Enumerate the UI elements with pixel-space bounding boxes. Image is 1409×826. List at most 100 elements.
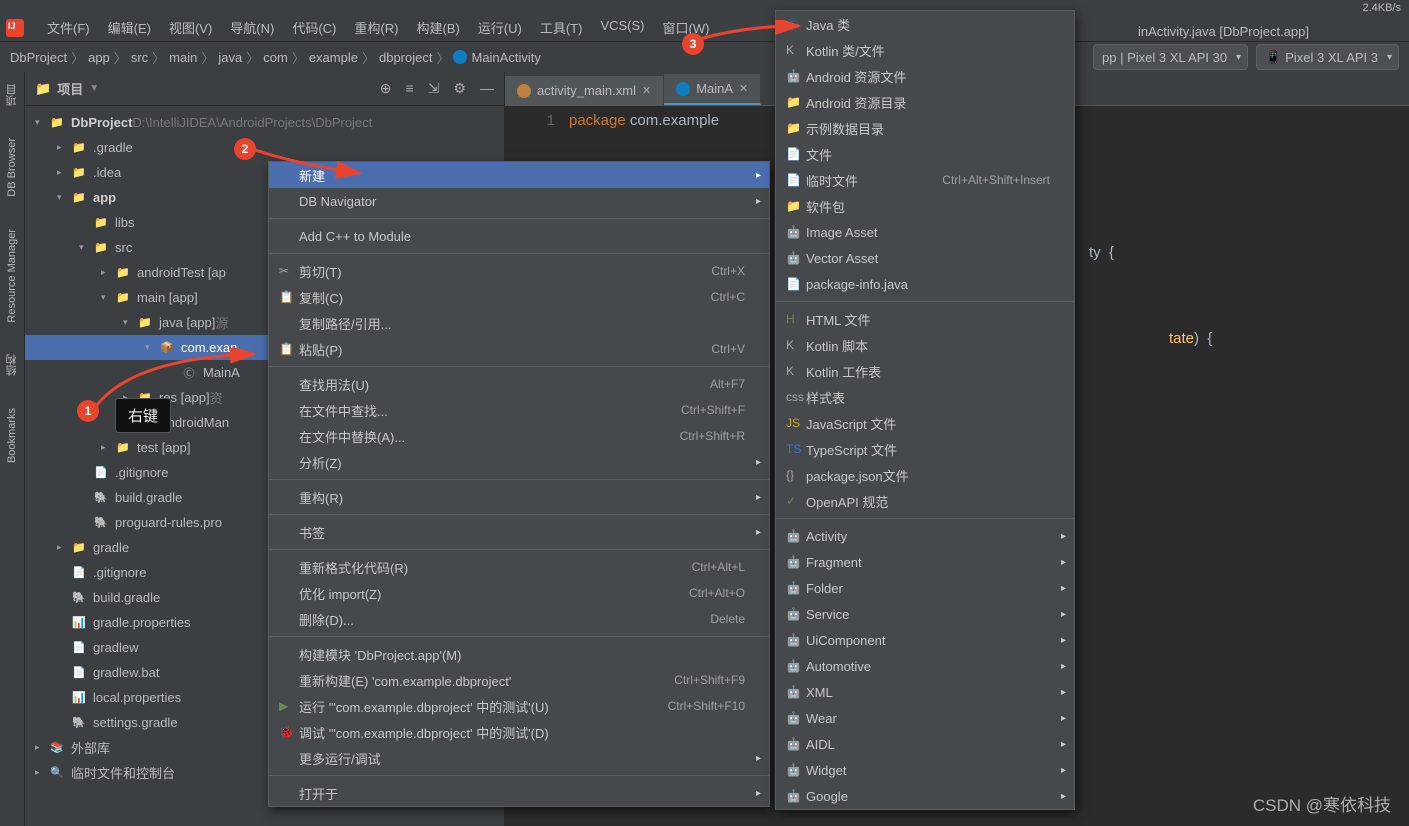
device-select-1[interactable]: pp | Pixel 3 XL API 30	[1093, 44, 1248, 70]
menu-item[interactable]: 📁Android 资源目录	[776, 89, 1074, 115]
menu-item[interactable]: 查找用法(U)Alt+F7	[269, 371, 769, 397]
menu-item[interactable]: 优化 import(Z)Ctrl+Alt+O	[269, 580, 769, 606]
tree-arrow-icon[interactable]: ▸	[57, 542, 71, 553]
tree-arrow-icon[interactable]: ▾	[79, 242, 93, 253]
menu-item[interactable]: VCS(S)	[591, 18, 653, 37]
menu-item[interactable]: 🤖Automotive	[776, 653, 1074, 679]
menu-item[interactable]: KKotlin 脚本	[776, 332, 1074, 358]
menu-item[interactable]: 在文件中替换(A)...Ctrl+Shift+R	[269, 423, 769, 449]
new-submenu[interactable]: ⒸJava 类KKotlin 类/文件🤖Android 资源文件📁Android…	[775, 10, 1075, 810]
close-icon[interactable]: ✕	[739, 82, 748, 95]
left-tab[interactable]: DB Browser	[4, 132, 20, 203]
gear-icon[interactable]: ⚙	[453, 80, 466, 97]
menu-item[interactable]: 工具(T)	[531, 18, 592, 37]
menu-item[interactable]: 运行(U)	[469, 18, 531, 37]
menu-item[interactable]: DB Navigator	[269, 188, 769, 214]
tree-arrow-icon[interactable]: ▸	[101, 267, 115, 278]
menu-item[interactable]: 打开于	[269, 780, 769, 806]
menu-item[interactable]: 📄package-info.java	[776, 271, 1074, 297]
breadcrumb-item[interactable]: app	[88, 50, 110, 65]
menu-item[interactable]: ▶运行 '"com.example.dbproject' 中的测试'(U)Ctr…	[269, 693, 769, 719]
menu-item[interactable]: 更多运行/调试	[269, 745, 769, 771]
breadcrumb-item[interactable]: com	[263, 50, 288, 65]
menu-item[interactable]: KKotlin 类/文件	[776, 37, 1074, 63]
hide-icon[interactable]: —	[480, 80, 494, 97]
menu-item[interactable]: 在文件中查找...Ctrl+Shift+F	[269, 397, 769, 423]
dropdown-icon[interactable]: ▼	[89, 83, 99, 94]
menu-item[interactable]: 重构(R)	[345, 18, 407, 37]
menu-item[interactable]: 视图(V)	[160, 18, 221, 37]
menu-item[interactable]: 构建(B)	[407, 18, 468, 37]
expand-icon[interactable]: ⇲	[428, 80, 440, 97]
menu-item[interactable]: 🤖AIDL	[776, 731, 1074, 757]
menu-item[interactable]: ✓OpenAPI 规范	[776, 488, 1074, 514]
breadcrumb-item[interactable]: src	[131, 50, 148, 65]
left-tab[interactable]: 结构	[2, 348, 22, 382]
menu-item[interactable]: 📋复制(C)Ctrl+C	[269, 284, 769, 310]
menu-item[interactable]: 删除(D)...Delete	[269, 606, 769, 632]
menu-item[interactable]: 文件(F)	[38, 18, 99, 37]
left-tab[interactable]: 项目	[2, 78, 22, 112]
menu-item[interactable]: 复制路径/引用...	[269, 310, 769, 336]
tree-arrow-icon[interactable]: ▾	[123, 317, 137, 328]
breadcrumb-item[interactable]: DbProject	[10, 50, 67, 65]
menu-item[interactable]: 分析(Z)	[269, 449, 769, 475]
context-menu[interactable]: 新建DB Navigator Add C++ to Module ✂剪切(T)Ctr…	[268, 161, 770, 807]
editor-tab[interactable]: MainA✕	[664, 74, 761, 105]
tree-arrow-icon[interactable]: ▾	[57, 192, 71, 203]
menu-item[interactable]: TSTypeScript 文件	[776, 436, 1074, 462]
menu-item[interactable]: ✂剪切(T)Ctrl+X	[269, 258, 769, 284]
menu-item[interactable]: 🐞调试 '"com.example.dbproject' 中的测试'(D)	[269, 719, 769, 745]
menu-item[interactable]: 新建	[269, 162, 769, 188]
tree-arrow-icon[interactable]: ▸	[35, 767, 49, 778]
menu-item[interactable]: 🤖Image Asset	[776, 219, 1074, 245]
menu-item[interactable]: 🤖UiComponent	[776, 627, 1074, 653]
menu-item[interactable]: 🤖Service	[776, 601, 1074, 627]
menu-item[interactable]: 🤖Widget	[776, 757, 1074, 783]
menu-item[interactable]: 📄临时文件Ctrl+Alt+Shift+Insert	[776, 167, 1074, 193]
left-tab[interactable]: Resource Manager	[4, 223, 20, 329]
breadcrumb-item[interactable]: MainActivity	[471, 50, 540, 65]
menu-item[interactable]: 🤖Fragment	[776, 549, 1074, 575]
menu-item[interactable]: Add C++ to Module	[269, 223, 769, 249]
menu-item[interactable]: css样式表	[776, 384, 1074, 410]
menu-item[interactable]: 🤖Folder	[776, 575, 1074, 601]
menu-item[interactable]: 构建模块 'DbProject.app'(M)	[269, 641, 769, 667]
left-tab[interactable]: Bookmarks	[4, 402, 20, 469]
menu-item[interactable]: 🤖Wear	[776, 705, 1074, 731]
menu-item[interactable]: 📁示例数据目录	[776, 115, 1074, 141]
editor-tab[interactable]: activity_main.xml✕	[505, 76, 664, 105]
breadcrumb[interactable]: DbProject〉app〉src〉main〉java〉com〉example〉…	[10, 48, 541, 67]
menu-item[interactable]: 书签	[269, 519, 769, 545]
menu-item[interactable]: ⒸJava 类	[776, 11, 1074, 37]
menu-item[interactable]: 🤖Google	[776, 783, 1074, 809]
menu-item[interactable]: 📋粘贴(P)Ctrl+V	[269, 336, 769, 362]
target-icon[interactable]: ⊕	[380, 80, 392, 97]
tree-row[interactable]: ▸📁.gradle	[25, 135, 504, 160]
menu-item[interactable]: 重新格式化代码(R)Ctrl+Alt+L	[269, 554, 769, 580]
menu-item[interactable]: 🤖XML	[776, 679, 1074, 705]
menu-item[interactable]: 🤖Activity	[776, 523, 1074, 549]
menu-item[interactable]: JSJavaScript 文件	[776, 410, 1074, 436]
menu-item[interactable]: {}package.json文件	[776, 462, 1074, 488]
menu-item[interactable]: 📄文件	[776, 141, 1074, 167]
tree-arrow-icon[interactable]: ▸	[57, 142, 71, 153]
breadcrumb-item[interactable]: example	[309, 50, 358, 65]
device-select-2[interactable]: 📱Pixel 3 XL API 3	[1256, 44, 1399, 70]
menu-item[interactable]: 代码(C)	[283, 18, 345, 37]
menu-item[interactable]: HHTML 文件	[776, 306, 1074, 332]
close-icon[interactable]: ✕	[642, 84, 651, 97]
menu-item[interactable]: 重构(R)	[269, 484, 769, 510]
tree-arrow-icon[interactable]: ▸	[35, 742, 49, 753]
tree-arrow-icon[interactable]: ▸	[101, 442, 115, 453]
tree-arrow-icon[interactable]: ▾	[145, 342, 159, 353]
breadcrumb-item[interactable]: dbproject	[379, 50, 432, 65]
tree-arrow-icon[interactable]: ▸	[57, 167, 71, 178]
breadcrumb-item[interactable]: java	[218, 50, 242, 65]
menu-item[interactable]: 导航(N)	[221, 18, 283, 37]
tree-arrow-icon[interactable]: ▾	[35, 117, 49, 128]
collapse-icon[interactable]: ≡	[406, 80, 414, 97]
tree-arrow-icon[interactable]: ▾	[101, 292, 115, 303]
breadcrumb-item[interactable]: main	[169, 50, 197, 65]
menu-item[interactable]: 📁软件包	[776, 193, 1074, 219]
